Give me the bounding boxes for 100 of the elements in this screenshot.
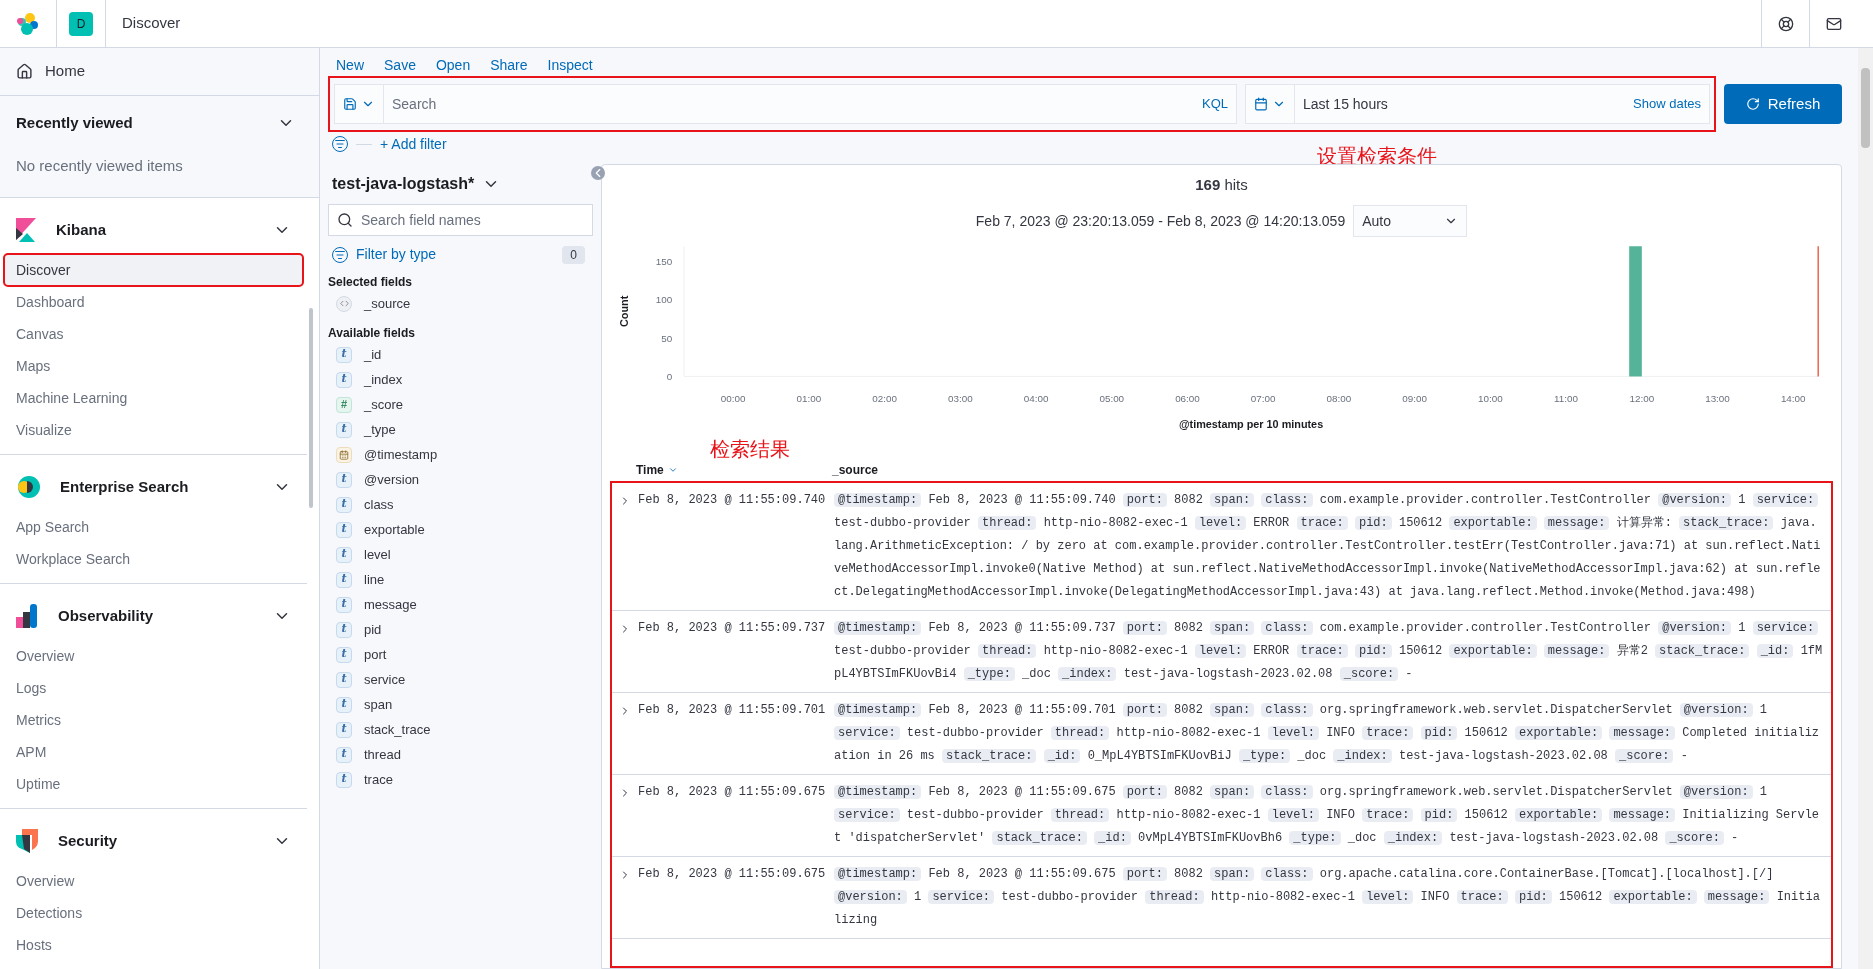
x-tick-label: 06:00 [1175, 393, 1200, 405]
field-item[interactable]: # _score [328, 392, 593, 417]
scrollbar[interactable] [1858, 48, 1873, 969]
menu-link[interactable]: Share [490, 54, 528, 76]
field-item[interactable]: t trace [328, 767, 593, 792]
query-language-button[interactable]: KQL [1194, 94, 1236, 114]
menu-link[interactable]: Open [435, 54, 471, 76]
field-item[interactable]: t port [328, 642, 593, 667]
show-dates-link[interactable]: Show dates [1625, 94, 1709, 114]
nav-link[interactable]: Overview [4, 865, 303, 897]
nav-link[interactable]: Metrics [4, 704, 303, 736]
home-link[interactable]: Home [45, 60, 85, 83]
string-type-icon: t [336, 346, 352, 363]
string-type-icon: t [336, 621, 352, 638]
string-type-icon: t [336, 646, 352, 663]
y-tick-label: 0 [666, 371, 673, 383]
count-badge: 0 [562, 245, 585, 264]
nav-link[interactable]: Discover [4, 254, 303, 286]
field-search[interactable]: Search field names [328, 204, 593, 236]
field-item[interactable]: t stack_trace [328, 717, 593, 742]
field-item[interactable]: t message [328, 592, 593, 617]
x-tick-label: 14:00 [1780, 393, 1806, 405]
time-cell: Feb 8, 2023 @ 11:55:09.675 [638, 785, 826, 799]
source-cell-text: @timestamp: Feb 8, 2023 @ 11:55:09.675 port: 8082 span: class: org.apache.catalina.core.ContainerBase.[Tomcat].[localhost].[/] @version: 1 service: test-dubbo-provider thread: http-nio-8082-exec-1 level: INFO trace: pid: 150612 exportable: message: Initializing [834, 866, 1821, 929]
source-cell-text: @timestamp: Feb 8, 2023 @ 11:55:09.737 port: 8082 span: class: com.example.provider.controller.TestController @version: 1 service: test-dubbo-provider thread: http-nio-8082-exec-1 level: ERROR trace: pid: 150612 exportable: message: 异常2 stack_trace: _id: 1fMpL4YBTSImFKUovBi4 _type: _doc _index: test-java-logstash-2023.02.08 _score: - [834, 620, 1824, 683]
field-item[interactable]: t class [328, 492, 593, 517]
nav-link[interactable]: Hosts [4, 929, 303, 961]
nav-link[interactable]: Dashboard [4, 286, 303, 318]
field-item[interactable]: _source [328, 291, 593, 316]
source-cell-text: @timestamp: Feb 8, 2023 @ 11:55:09.740 port: 8082 span: class: com.example.provider.controller.TestController @version: 1 service: test-dubbo-provider thread: http-nio-8082-exec-1 level: ERROR trace: pid: 150612 exportable: message: 计算异常: stack_trace: java.lang.ArithmeticException: / by zero at com.example.provider.controller.TestController.testErr(TestController.java:71) at sun.reflect.NativeMethodAccessorImpl.invoke0(Native Method) at sun.reflect.NativeMethodAccessorImpl.invoke(NativeMethodAccessorImpl.java:62) at sun.reflect.DelegatingMethodAccessorImpl.invoke(DelegatingMethodAccessorImpl.java:43) at java.lang.reflect.Method.invoke(Method.java:498) [834, 492, 1822, 601]
field-item[interactable]: t _id [328, 342, 593, 367]
home-icon[interactable] [16, 63, 33, 80]
annotation-note: 检索结果 [710, 439, 790, 459]
x-tick-label: 01:00 [796, 393, 822, 405]
refresh-button[interactable]: Refresh [1724, 84, 1842, 124]
scrollbar[interactable] [309, 308, 313, 508]
space-avatar[interactable]: D [69, 11, 93, 36]
menu-link[interactable]: Inspect [547, 54, 593, 76]
time-cell: Feb 8, 2023 @ 11:55:09.740 [638, 493, 826, 507]
string-type-icon: t [336, 471, 352, 488]
field-search-input[interactable]: Search field names [361, 209, 584, 231]
string-type-icon: t [336, 496, 352, 513]
help-icon[interactable] [1777, 15, 1794, 32]
y-tick-label: 100 [655, 294, 673, 306]
y-tick-label: 150 [655, 255, 673, 267]
collapse-icon[interactable] [591, 166, 605, 180]
x-tick-label: 04:00 [1023, 393, 1049, 405]
nav-link[interactable]: Visualize [4, 414, 303, 446]
enterprise-search-logo-icon [16, 475, 40, 499]
field-item[interactable]: t line [328, 567, 593, 592]
field-item[interactable]: t level [328, 542, 593, 567]
menu-link[interactable]: Save [384, 54, 416, 76]
sort-caret-icon[interactable] [667, 465, 678, 475]
string-type-icon: t [336, 521, 352, 538]
nav-link[interactable]: Workplace Search [4, 543, 303, 575]
nav-link[interactable]: Logs [4, 672, 303, 704]
section-title[interactable]: Security [58, 829, 118, 853]
calendar-icon [336, 446, 352, 463]
menu-link[interactable]: New [336, 54, 364, 76]
nav-link[interactable]: App Search [4, 511, 303, 543]
field-item[interactable]: @timestamp [328, 442, 593, 467]
y-tick-label: 50 [661, 332, 673, 344]
interval-select[interactable]: Auto [1353, 205, 1468, 237]
field-section-title: Selected fields [328, 274, 414, 291]
x-tick-label: 00:00 [720, 393, 746, 405]
string-type-icon: t [336, 746, 352, 763]
field-item[interactable]: t _index [328, 367, 593, 392]
x-tick-label: 13:00 [1705, 393, 1730, 405]
nav-link[interactable]: Overview [4, 640, 303, 672]
field-item[interactable]: t @version [328, 467, 593, 492]
time-cell: Feb 8, 2023 @ 11:55:09.701 [638, 703, 826, 717]
nav-link[interactable]: Maps [4, 350, 303, 382]
section-title[interactable]: Observability [58, 604, 154, 628]
field-item[interactable]: t _type [328, 417, 593, 442]
field-item[interactable]: t thread [328, 742, 593, 767]
section-title[interactable]: Kibana [56, 218, 106, 242]
column-header[interactable]: _source [832, 461, 879, 479]
nav-link[interactable]: APM [4, 736, 303, 768]
logo-icon[interactable] [16, 11, 40, 36]
index-pattern-title[interactable]: test-java-logstash* [332, 172, 475, 196]
mail-icon[interactable] [1825, 15, 1842, 32]
x-tick-label: 03:00 [948, 393, 973, 405]
add-filter-link[interactable]: + Add filter [380, 133, 447, 155]
field-item[interactable]: t service [328, 667, 593, 692]
query-bar[interactable]: Search KQL [334, 84, 1237, 124]
section-title[interactable]: Recently viewed [16, 112, 133, 135]
nav-link[interactable]: Detections [4, 897, 303, 929]
date-range: Feb 7, 2023 @ 23:20:13.059 - Feb 8, 2023 @ 14:20:13.059 [975, 211, 1346, 231]
field-item[interactable]: t span [328, 692, 593, 717]
filter-by-type-button[interactable]: Filter by type [356, 244, 437, 265]
nav-link[interactable]: Machine Learning [4, 382, 303, 414]
nav-link[interactable]: Canvas [4, 318, 303, 350]
column-header[interactable]: Time [636, 461, 664, 479]
time-range[interactable]: Last 15 hours [1295, 93, 1626, 115]
field-item[interactable]: t pid [328, 617, 593, 642]
search-field[interactable]: Search [384, 85, 1194, 123]
field-item[interactable]: t exportable [328, 517, 593, 542]
nav-link[interactable]: Uptime [4, 768, 303, 800]
time-cell: Feb 8, 2023 @ 11:55:09.737 [638, 621, 826, 635]
section-title[interactable]: Enterprise Search [60, 475, 189, 499]
